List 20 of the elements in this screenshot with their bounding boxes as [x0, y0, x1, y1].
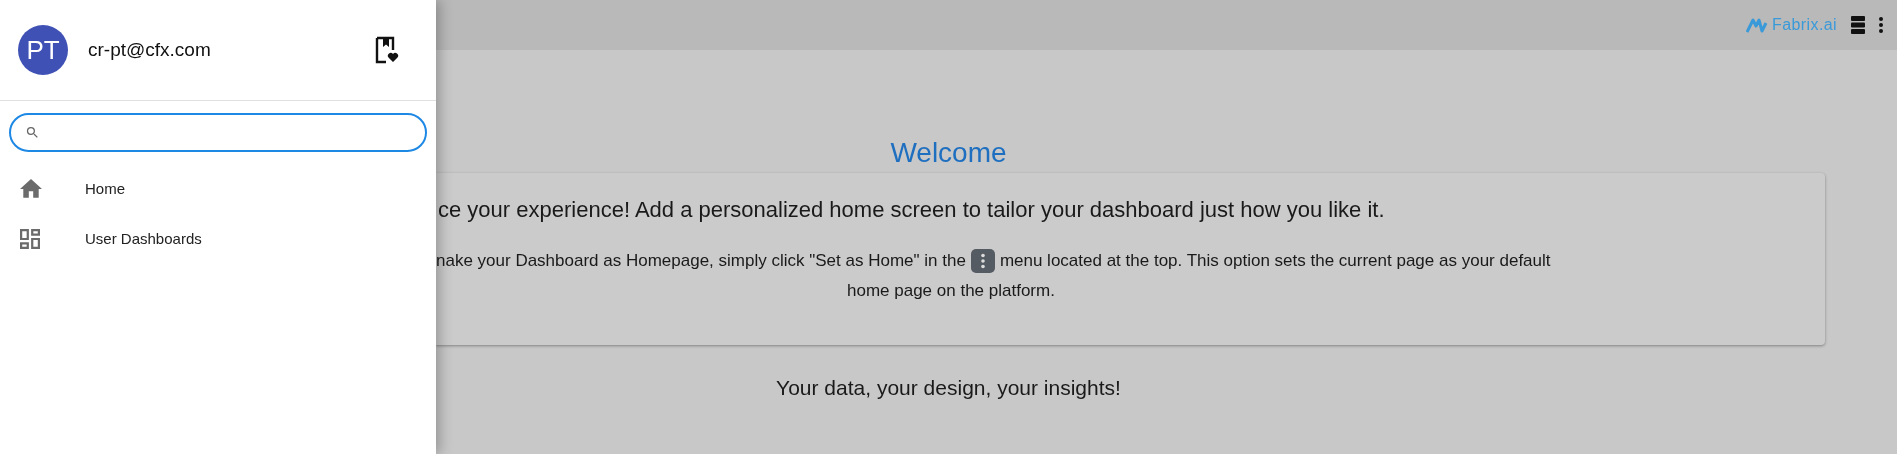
avatar[interactable]: PT — [18, 25, 68, 75]
card-hint: menu located at the top. This option sets the current page as your default — [999, 250, 1551, 272]
card-headline: ce your experience! Add a personalized home screen to tailor your dashboard just how you like it. — [437, 196, 1386, 224]
nav-item[interactable]: User Dashboards — [0, 214, 436, 264]
nav-item[interactable]: Home — [0, 164, 436, 214]
dashboard-grid-icon — [20, 229, 40, 249]
bookmark-heart-icon[interactable] — [374, 36, 400, 64]
card-hint: home page on the platform. — [847, 280, 1055, 300]
more-options-icon[interactable] — [1879, 17, 1883, 33]
menu-dots-icon — [970, 248, 995, 273]
search-icon — [25, 125, 40, 140]
home-icon — [20, 179, 42, 199]
server-icon[interactable] — [1851, 16, 1865, 34]
search-field[interactable] — [9, 113, 427, 152]
brand-name: Fabrix.ai — [1772, 15, 1837, 35]
logo-icon — [1746, 17, 1769, 33]
user-email: cr-pt@cfx.com — [88, 37, 212, 62]
welcome-title: Welcome — [889, 136, 1008, 170]
card-hint: nake your Dashboard as Homepage, simply click "Set as Home" in the — [436, 250, 966, 272]
tagline: Your data, your design, your insights! — [775, 375, 1122, 401]
